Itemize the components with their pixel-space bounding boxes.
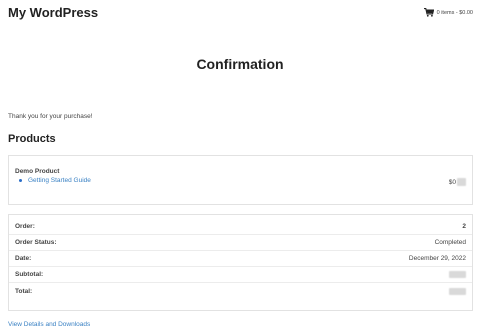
order-row: Order: 2 bbox=[9, 219, 472, 235]
subtotal-redacted bbox=[449, 271, 466, 278]
cart-summary[interactable]: 0 items - $0.00 bbox=[437, 10, 473, 16]
total-row: Total: bbox=[9, 283, 472, 299]
order-value: 2 bbox=[462, 223, 466, 230]
thank-you-message: Thank you for your purchase! bbox=[8, 113, 93, 120]
view-details-link[interactable]: View Details and Downloads bbox=[8, 321, 90, 328]
order-status-value: Completed bbox=[434, 239, 466, 246]
order-details-table: Order: 2 Order Status: Completed Date: D… bbox=[8, 214, 473, 311]
products-list: Demo Product Getting Started Guide $0 bbox=[8, 155, 473, 205]
download-link[interactable]: Getting Started Guide bbox=[28, 177, 91, 184]
date-label: Date: bbox=[15, 255, 32, 262]
price-redacted bbox=[457, 178, 466, 186]
site-title[interactable]: My WordPress bbox=[8, 5, 98, 20]
date-value: December 29, 2022 bbox=[408, 255, 466, 262]
product-download-item: Getting Started Guide bbox=[19, 177, 91, 184]
cart-widget[interactable]: 0 items - $0.00 bbox=[423, 8, 473, 17]
order-label: Order: bbox=[15, 223, 35, 230]
product-name: Demo Product bbox=[15, 168, 60, 175]
cart-icon bbox=[423, 8, 434, 17]
page-title: Confirmation bbox=[196, 56, 284, 72]
products-heading: Products bbox=[8, 133, 56, 145]
bullet-icon bbox=[19, 179, 22, 182]
total-redacted bbox=[449, 287, 466, 295]
price-visible: $0 bbox=[448, 178, 456, 186]
order-status-row: Order Status: Completed bbox=[9, 235, 472, 251]
order-status-label: Order Status: bbox=[15, 239, 57, 246]
subtotal-label: Subtotal: bbox=[15, 271, 44, 278]
date-row: Date: December 29, 2022 bbox=[9, 251, 472, 267]
subtotal-row: Subtotal: bbox=[9, 267, 472, 283]
product-price: $0 bbox=[449, 178, 466, 186]
total-label: Total: bbox=[15, 287, 33, 295]
